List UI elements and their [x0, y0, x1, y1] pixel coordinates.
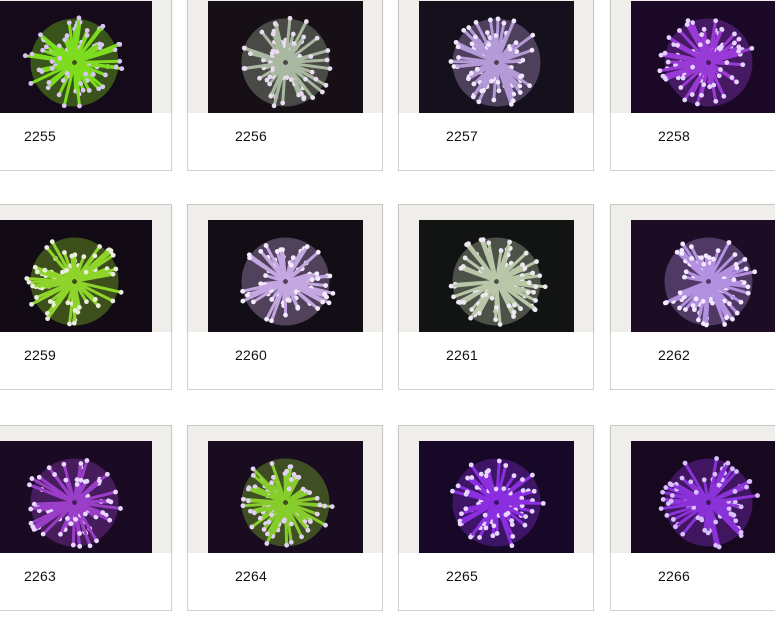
- gallery-item-2262[interactable]: 2262: [610, 204, 775, 390]
- thumbnail-frame: [610, 425, 775, 556]
- thumbnail-frame: [187, 425, 383, 556]
- coral-photo[interactable]: [631, 441, 775, 556]
- coral-photo[interactable]: [0, 1, 152, 116]
- item-number[interactable]: 2255: [24, 128, 56, 144]
- coral-photo[interactable]: [419, 1, 574, 116]
- thumbnail-frame: [610, 0, 775, 116]
- item-number[interactable]: 2262: [658, 347, 690, 363]
- thumbnail-frame: [187, 204, 383, 335]
- caption-box: 2258: [610, 113, 775, 171]
- thumbnail-frame: [187, 0, 383, 116]
- gallery-item-2261[interactable]: 2261: [398, 204, 594, 390]
- coral-photo[interactable]: [208, 1, 363, 116]
- item-number[interactable]: 2263: [24, 568, 56, 584]
- caption-box: 2259: [0, 332, 172, 390]
- item-number[interactable]: 2258: [658, 128, 690, 144]
- thumbnail-frame: [398, 425, 594, 556]
- thumbnail-frame: [610, 204, 775, 335]
- coral-photo-art: [419, 220, 574, 335]
- coral-photo[interactable]: [419, 441, 574, 556]
- coral-photo-art: [419, 441, 574, 556]
- thumbnail-frame: [0, 425, 172, 556]
- gallery-item-2257[interactable]: 2257: [398, 0, 594, 171]
- coral-photo-art: [631, 220, 775, 335]
- caption-box: 2263: [0, 553, 172, 611]
- gallery-item-2263[interactable]: 2263: [0, 425, 172, 611]
- caption-box: 2262: [610, 332, 775, 390]
- coral-photo-art: [0, 441, 152, 556]
- gallery-item-2265[interactable]: 2265: [398, 425, 594, 611]
- gallery-item-2259[interactable]: 2259: [0, 204, 172, 390]
- item-number[interactable]: 2266: [658, 568, 690, 584]
- coral-photo-art: [631, 1, 775, 116]
- coral-photo-art: [208, 220, 363, 335]
- coral-photo[interactable]: [419, 220, 574, 335]
- item-number[interactable]: 2259: [24, 347, 56, 363]
- item-number[interactable]: 2256: [235, 128, 267, 144]
- coral-photo-art: [208, 1, 363, 116]
- coral-gallery-grid: 2255 2256 2257 2258 2259 2260 2261 2262 …: [0, 0, 775, 625]
- caption-box: 2264: [187, 553, 383, 611]
- coral-photo[interactable]: [631, 220, 775, 335]
- coral-photo[interactable]: [631, 1, 775, 116]
- thumbnail-frame: [398, 204, 594, 335]
- item-number[interactable]: 2265: [446, 568, 478, 584]
- coral-photo[interactable]: [0, 220, 152, 335]
- item-number[interactable]: 2260: [235, 347, 267, 363]
- item-number[interactable]: 2257: [446, 128, 478, 144]
- gallery-item-2266[interactable]: 2266: [610, 425, 775, 611]
- caption-box: 2266: [610, 553, 775, 611]
- item-number[interactable]: 2261: [446, 347, 478, 363]
- caption-box: 2255: [0, 113, 172, 171]
- coral-photo-art: [208, 441, 363, 556]
- gallery-item-2260[interactable]: 2260: [187, 204, 383, 390]
- thumbnail-frame: [0, 204, 172, 335]
- coral-photo[interactable]: [208, 220, 363, 335]
- gallery-item-2256[interactable]: 2256: [187, 0, 383, 171]
- thumbnail-frame: [0, 0, 172, 116]
- caption-box: 2260: [187, 332, 383, 390]
- item-number[interactable]: 2264: [235, 568, 267, 584]
- coral-photo-art: [419, 1, 574, 116]
- caption-box: 2257: [398, 113, 594, 171]
- coral-photo[interactable]: [208, 441, 363, 556]
- thumbnail-frame: [398, 0, 594, 116]
- caption-box: 2261: [398, 332, 594, 390]
- caption-box: 2265: [398, 553, 594, 611]
- coral-photo[interactable]: [0, 441, 152, 556]
- gallery-item-2264[interactable]: 2264: [187, 425, 383, 611]
- coral-photo-art: [631, 441, 775, 556]
- coral-photo-art: [0, 1, 152, 116]
- gallery-item-2258[interactable]: 2258: [610, 0, 775, 171]
- gallery-item-2255[interactable]: 2255: [0, 0, 172, 171]
- coral-photo-art: [0, 220, 152, 335]
- caption-box: 2256: [187, 113, 383, 171]
